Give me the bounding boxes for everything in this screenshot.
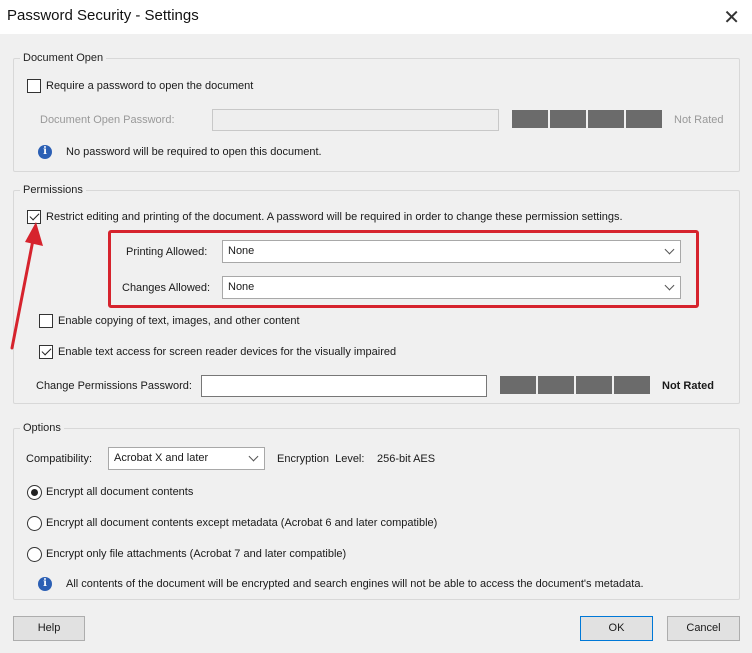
highlight-annotation-box <box>108 230 699 308</box>
enable-copying-checkbox[interactable] <box>39 314 53 328</box>
permissions-legend: Permissions <box>23 184 83 196</box>
encrypt-except-metadata-radio[interactable] <box>27 516 42 531</box>
permissions-strength-meter <box>500 376 650 394</box>
compatibility-label: Compatibility: <box>26 453 93 465</box>
encryption-level-label: Encryption Level: <box>277 453 365 465</box>
information-icon: i <box>38 145 52 159</box>
encrypt-except-metadata-label[interactable]: Encrypt all document contents except met… <box>46 517 437 529</box>
cancel-button[interactable]: Cancel <box>667 616 740 641</box>
options-legend: Options <box>23 422 61 434</box>
options-info-text: All contents of the document will be enc… <box>66 578 644 590</box>
window-title: Password Security - Settings <box>7 7 199 24</box>
change-permissions-password-input[interactable] <box>201 375 487 397</box>
title-bar: Password Security - Settings ✕ <box>0 0 752 34</box>
close-icon[interactable]: ✕ <box>723 5 740 30</box>
require-password-checkbox[interactable] <box>27 79 41 93</box>
permissions-strength-text: Not Rated <box>662 380 714 392</box>
restrict-editing-label[interactable]: Restrict editing and printing of the doc… <box>46 211 623 223</box>
document-open-strength-text: Not Rated <box>674 114 724 126</box>
help-button[interactable]: Help <box>13 616 85 641</box>
chevron-down-icon <box>248 451 259 462</box>
compatibility-select[interactable]: Acrobat X and later <box>108 447 265 470</box>
encrypt-attachments-radio[interactable] <box>27 547 42 562</box>
change-permissions-password-label: Change Permissions Password: <box>36 380 192 392</box>
document-open-strength-meter <box>512 110 662 128</box>
restrict-editing-checkbox[interactable] <box>27 210 41 224</box>
document-open-info-text: No password will be required to open thi… <box>66 146 322 158</box>
encrypt-all-label[interactable]: Encrypt all document contents <box>46 486 193 498</box>
encryption-level-value: 256-bit AES <box>377 453 436 465</box>
document-open-password-label: Document Open Password: <box>40 114 175 126</box>
document-open-password-input <box>212 109 499 131</box>
ok-button[interactable]: OK <box>580 616 653 641</box>
encrypt-all-radio[interactable] <box>27 485 42 500</box>
screen-reader-checkbox[interactable] <box>39 345 53 359</box>
require-password-label[interactable]: Require a password to open the document <box>46 80 253 92</box>
information-icon: i <box>38 577 52 591</box>
enable-copying-label[interactable]: Enable copying of text, images, and othe… <box>58 315 300 327</box>
document-open-legend: Document Open <box>23 52 104 64</box>
compatibility-value: Acrobat X and later <box>114 452 209 464</box>
encrypt-attachments-label[interactable]: Encrypt only file attachments (Acrobat 7… <box>46 548 346 560</box>
screen-reader-label[interactable]: Enable text access for screen reader dev… <box>58 346 396 358</box>
